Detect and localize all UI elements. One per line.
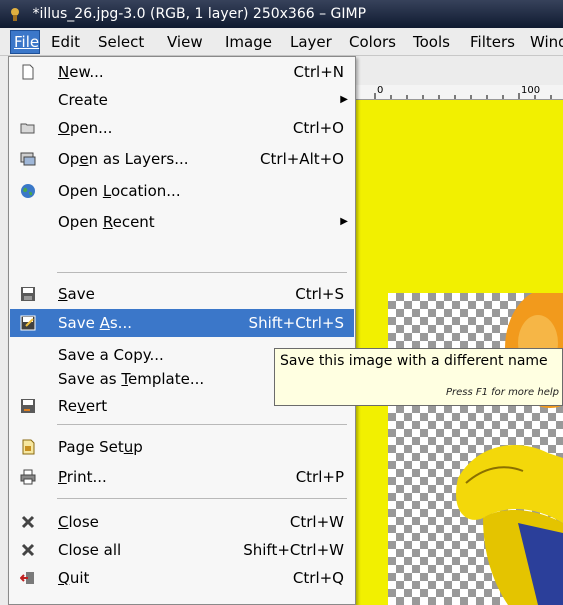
menu-item-label: Page Setup — [58, 438, 143, 456]
file-menu-dropdown: New... Ctrl+N Create ▶ Open... Ctrl+O Op… — [8, 56, 356, 605]
menu-view[interactable]: View — [167, 28, 203, 56]
menu-tools[interactable]: Tools — [413, 28, 450, 56]
menu-item-page-setup[interactable]: Page Setup — [10, 433, 354, 461]
menu-separator — [57, 498, 347, 499]
menu-file[interactable]: File — [10, 30, 40, 54]
menu-item-shortcut: Ctrl+Q — [292, 569, 344, 587]
tooltip-text: Save this image with a different name — [280, 353, 548, 369]
menu-item-print[interactable]: Print... Ctrl+P — [10, 463, 354, 491]
menu-item-label: Open Location... — [58, 182, 181, 200]
menu-item-label: Open as Layers... — [58, 150, 189, 168]
new-file-icon — [22, 64, 34, 80]
menu-item-open-recent[interactable]: Open Recent ▶ — [10, 208, 354, 236]
menu-edit[interactable]: Edit — [51, 28, 80, 56]
menu-item-label: Quit — [58, 569, 90, 587]
save-icon — [21, 287, 35, 301]
page-setup-icon — [22, 439, 35, 455]
menu-item-shortcut: Ctrl+O — [292, 119, 344, 137]
close-all-icon — [21, 543, 35, 557]
menu-item-label: Save As... — [58, 314, 132, 332]
quit-icon — [20, 572, 34, 584]
tooltip-help-text: Press F1 for more help — [445, 387, 559, 398]
save-as-icon — [20, 315, 36, 331]
menu-item-new[interactable]: New... Ctrl+N — [10, 58, 354, 86]
menu-image[interactable]: Image — [225, 28, 272, 56]
menu-item-label: Save — [58, 285, 95, 303]
tooltip: Save this image with a different name Pr… — [274, 348, 563, 406]
globe-icon — [21, 184, 35, 198]
submenu-arrow-icon: ▶ — [340, 94, 348, 105]
menu-item-label: Revert — [58, 397, 108, 415]
window-title: *illus_26.jpg-3.0 (RGB, 1 layer) 250x366… — [32, 6, 367, 22]
menu-select[interactable]: Select — [98, 28, 144, 56]
horizontal-ruler[interactable]: 0 100 — [355, 85, 563, 100]
menu-item-save[interactable]: Save Ctrl+S — [10, 280, 354, 308]
close-icon — [21, 515, 35, 529]
menu-item-label: Open... — [58, 119, 113, 137]
ruler-label-100: 100 — [521, 85, 541, 96]
menu-item-label: Print... — [58, 468, 107, 486]
menu-item-shortcut: Ctrl+N — [293, 63, 344, 81]
gimp-logo-icon — [11, 8, 19, 21]
submenu-arrow-icon: ▶ — [340, 216, 348, 227]
menu-item-shortcut: Shift+Ctrl+S — [248, 314, 344, 332]
menu-item-close[interactable]: Close Ctrl+W — [10, 508, 354, 536]
window-title-bar[interactable]: *illus_26.jpg-3.0 (RGB, 1 layer) 250x366… — [0, 0, 563, 28]
open-layers-icon — [20, 152, 36, 166]
menu-item-open-location[interactable]: Open Location... — [10, 177, 354, 205]
menu-item-label: Save as Template... — [58, 370, 205, 388]
menu-item-save-as[interactable]: Save As... Shift+Ctrl+S — [10, 309, 354, 337]
revert-icon — [21, 399, 35, 413]
menu-separator — [57, 424, 347, 425]
menu-item-shortcut: Ctrl+Alt+O — [260, 150, 344, 168]
menu-item-label: Close — [58, 513, 99, 531]
menu-item-create[interactable]: Create ▶ — [10, 86, 354, 114]
menu-separator — [57, 272, 347, 273]
menu-item-shortcut: Ctrl+S — [295, 285, 344, 303]
menu-item-label: Open Recent — [58, 213, 155, 231]
menu-colors[interactable]: Colors — [349, 28, 396, 56]
menu-item-close-all[interactable]: Close all Shift+Ctrl+W — [10, 536, 354, 564]
menu-item-label: New... — [58, 63, 104, 81]
printer-icon — [20, 469, 36, 485]
menu-item-shortcut: Shift+Ctrl+W — [243, 541, 344, 559]
menu-filters[interactable]: Filters — [470, 28, 515, 56]
menu-windows[interactable]: Wind — [530, 28, 563, 56]
menu-item-label: Close all — [58, 541, 122, 559]
menu-item-shortcut: Ctrl+W — [289, 513, 344, 531]
menu-item-shortcut: Ctrl+P — [295, 468, 344, 486]
menu-bar: File Edit Select View Image Layer Colors… — [0, 28, 563, 56]
duck-illustration — [456, 293, 563, 605]
menu-item-label: Create — [58, 91, 108, 109]
ruler-label-0: 0 — [377, 85, 384, 96]
menu-item-open-as-layers[interactable]: Open as Layers... Ctrl+Alt+O — [10, 145, 354, 173]
open-folder-icon — [20, 123, 35, 134]
menu-item-open[interactable]: Open... Ctrl+O — [10, 114, 354, 142]
menu-item-quit[interactable]: Quit Ctrl+Q — [10, 564, 354, 592]
menu-layer[interactable]: Layer — [290, 28, 332, 56]
